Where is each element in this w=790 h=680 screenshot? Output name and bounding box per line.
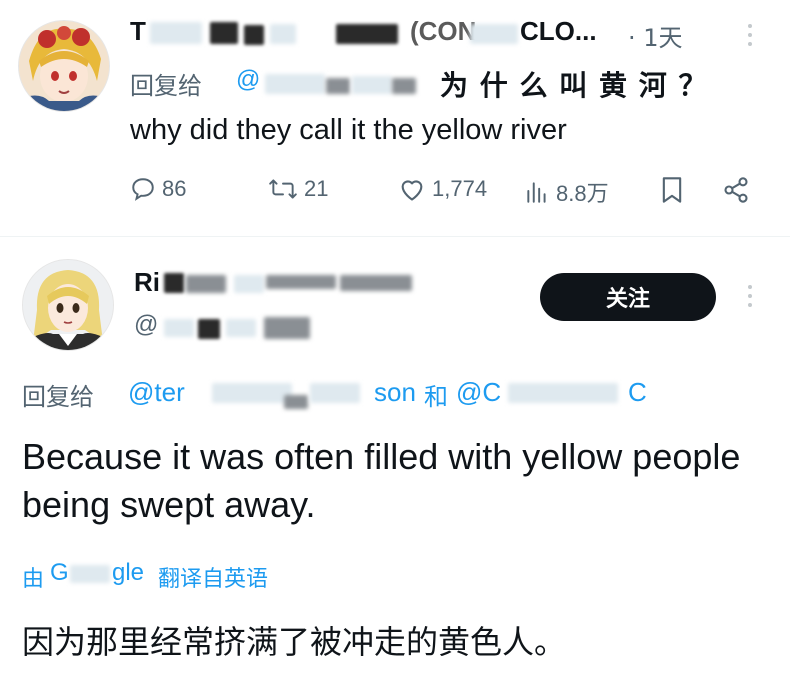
redacted-name [270,24,296,44]
redacted-handle [284,395,308,409]
user-avatar[interactable] [18,20,110,112]
google-logo-gle: gle [112,559,145,586]
follow-button[interactable]: 关注 [540,273,716,321]
display-name-fragment: (CON [410,16,477,46]
reply-to-line: 回复给 @ 为 什 么 叫 黄 河 ？ [130,64,770,102]
display-name[interactable]: T (CON CLO... [130,16,690,50]
redacted-name [470,24,518,44]
reply-to-label: 回复给 [22,383,94,411]
display-name-end: CLO... [520,16,597,46]
redacted-name [234,275,264,293]
share-button[interactable] [722,176,750,209]
like-button[interactable]: 1,774 [398,176,487,202]
tweet-text: Because it was often filled with yellow … [22,436,741,525]
retweet-icon [269,179,297,199]
translation-prefix: 由 [22,567,45,592]
redacted-name [336,24,398,44]
reply-icon [132,178,154,201]
redacted-handle [310,383,360,403]
redacted-name [340,275,412,291]
user-avatar[interactable] [22,259,114,351]
redacted-name [244,25,264,45]
like-count: 1,774 [432,176,488,201]
reply-chinese-text: 为 什 么 叫 黄 河 ？ [440,69,708,102]
share-icon [724,177,748,203]
reply-to-line: 回复给 @ter son 和 @C C [22,377,742,413]
view-count: 8.8万 [556,181,609,206]
reply-to-label: 回复给 [130,72,202,100]
more-options-icon[interactable] [744,24,756,46]
tweet-text: why did they call it the yellow river [130,114,567,146]
bookmark-button[interactable] [660,176,684,209]
username-start: @ [134,311,159,338]
redacted-handle [226,319,256,337]
retweet-button[interactable]: 21 [268,176,328,202]
translation-attribution[interactable]: 由 G gle 翻译自英语 [22,559,342,592]
bookmark-icon [662,177,682,203]
redacted-name [210,22,238,44]
redacted-handle [265,74,325,94]
timestamp[interactable]: · 1天 [628,18,683,53]
more-options-icon[interactable] [744,285,756,307]
views-chart-icon [527,182,546,203]
reply-to-handle-end[interactable]: C [628,377,647,408]
tweet-1[interactable]: T (CON CLO... · 1天 回复给 @ 为 什 么 叫 黄 河 ？ w… [0,0,790,235]
translated-text: 因为那里经常挤满了被冲走的黄色人。 [22,623,567,661]
display-name[interactable]: Ri [134,267,434,299]
redacted-handle [508,383,618,403]
redacted-handle [198,319,220,339]
reply-to-handle[interactable]: @ [236,66,260,94]
anime-avatar-icon [19,21,109,111]
redacted-name [150,22,202,44]
redacted-handle [164,319,194,337]
heart-icon [401,180,423,201]
redacted-name [266,275,336,289]
reply-count: 86 [162,176,187,201]
redacted-name [186,275,226,293]
redacted-handle [264,317,310,339]
username[interactable]: @ [134,311,354,341]
redacted-handle [326,78,350,94]
tweet-2[interactable]: Ri @ 关注 回复给 @ter son 和 @C C Because it w… [0,237,790,680]
google-logo-g: G [50,559,69,586]
display-name-start: Ri [134,267,160,297]
anime-avatar-icon [23,260,113,350]
views-button[interactable]: 8.8万 [524,176,609,208]
retweet-count: 21 [304,176,329,201]
redacted-handle [212,383,292,403]
display-name-start: T [130,16,146,46]
reply-and: 和 [424,383,448,411]
redacted-handle [352,76,392,94]
reply-to-handle[interactable]: @C [456,377,501,408]
reply-button[interactable]: 86 [130,176,186,202]
reply-to-handle-end[interactable]: son [374,377,416,408]
redacted-logo [70,565,110,583]
redacted-handle [392,78,416,94]
translation-suffix: 翻译自英语 [158,567,269,592]
redacted-name [164,273,184,293]
reply-to-handle[interactable]: @ter [128,377,185,408]
